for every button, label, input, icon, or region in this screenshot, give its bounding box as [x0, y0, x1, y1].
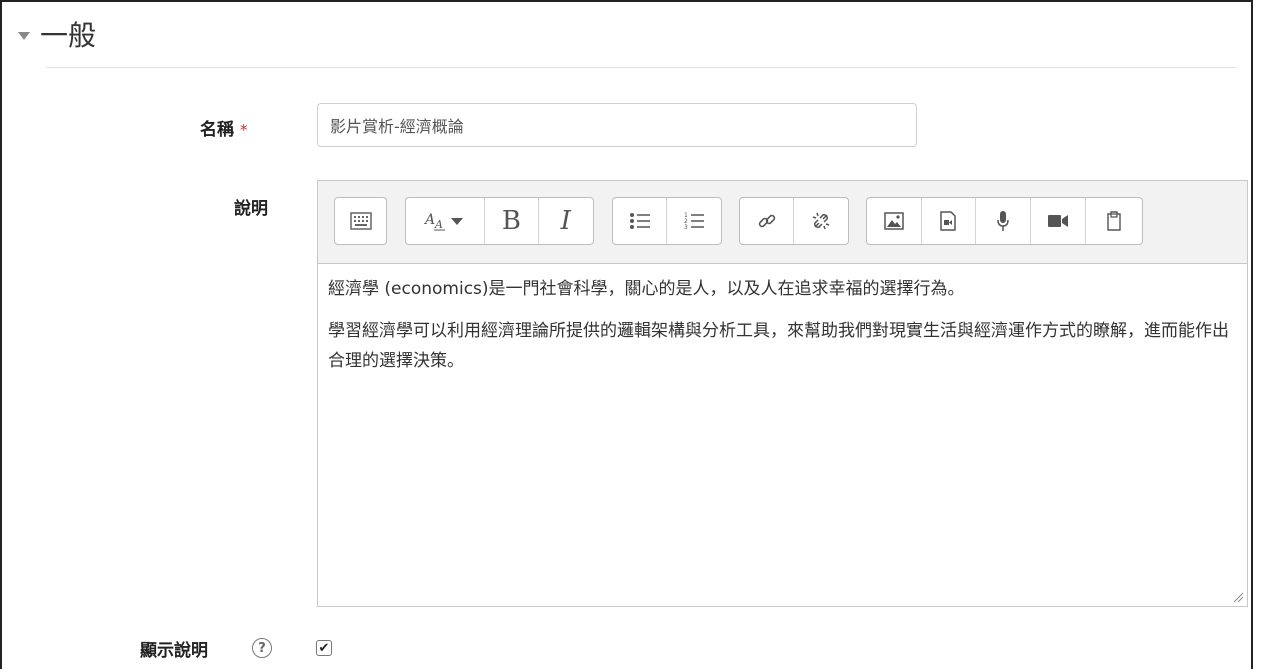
- ordered-list-button[interactable]: 123: [667, 198, 721, 244]
- svg-text:3: 3: [684, 224, 688, 231]
- microphone-button[interactable]: [976, 198, 1031, 244]
- video-button[interactable]: [1031, 198, 1087, 244]
- svg-text:A: A: [434, 218, 443, 231]
- description-paragraph-1: 經濟學 (economics)是一門社會科學，關心的是人，以及人在追求幸福的選擇…: [328, 279, 965, 299]
- editor-toolbar: A A B I 1 2 3: [318, 181, 1247, 264]
- toolbar-toggle-button[interactable]: [335, 198, 386, 244]
- help-icon[interactable]: ?: [252, 638, 272, 658]
- resize-handle-icon[interactable]: [1232, 591, 1244, 603]
- video-icon: [1048, 215, 1069, 227]
- name-input[interactable]: 影片賞析-經濟概論: [317, 103, 917, 147]
- name-label: 名稱: [200, 120, 234, 140]
- checkmark-icon: ✔: [318, 640, 330, 656]
- toolbar-group-toggle: [334, 197, 387, 245]
- form-frame: 一般 名稱 * 影片賞析-經濟概論 說明 A A B I 1 2 3 經濟學 (…: [0, 0, 1253, 669]
- svg-text:A: A: [423, 212, 435, 228]
- show-description-checkbox[interactable]: ✔: [316, 640, 332, 656]
- toolbar-group-text: A A B I: [405, 197, 594, 245]
- show-description-label: 顯示說明: [140, 641, 208, 661]
- unlink-icon: [812, 212, 830, 230]
- unlink-button[interactable]: [794, 198, 848, 244]
- required-icon: *: [240, 121, 248, 139]
- media-icon: [940, 211, 957, 231]
- name-label-row: 名稱 *: [200, 115, 248, 140]
- unordered-list-icon: [629, 213, 650, 229]
- link-button[interactable]: [740, 198, 795, 244]
- section-header[interactable]: 一般: [18, 22, 96, 50]
- unordered-list-button[interactable]: [613, 198, 668, 244]
- ordered-list-icon: 123: [684, 212, 704, 231]
- description-label: 說明: [234, 199, 268, 219]
- section-title: 一般: [40, 19, 97, 52]
- bold-icon: B: [501, 206, 521, 236]
- editor-content[interactable]: 經濟學 (economics)是一門社會科學，關心的是人，以及人在追求幸福的選擇…: [318, 264, 1247, 376]
- font-style-button[interactable]: A A: [406, 198, 486, 244]
- collapse-caret-icon[interactable]: [18, 32, 30, 40]
- manage-files-button[interactable]: [1086, 198, 1142, 244]
- bold-button[interactable]: B: [485, 198, 539, 244]
- name-input-value: 影片賞析-經濟概論: [330, 117, 464, 136]
- toolbar-toggle-icon: [349, 212, 372, 230]
- toolbar-group-links: [739, 197, 849, 245]
- toolbar-group-lists: 123: [612, 197, 722, 245]
- description-editor[interactable]: A A B I 1 2 3 經濟學 (economics)是一門社會科學，關心的…: [317, 180, 1248, 607]
- image-button[interactable]: [867, 198, 922, 244]
- font-style-icon: A A: [423, 212, 464, 231]
- toolbar-group-media: [866, 197, 1143, 245]
- image-icon: [884, 212, 904, 230]
- italic-button[interactable]: I: [539, 198, 593, 244]
- italic-icon: I: [560, 206, 571, 236]
- section-divider: [46, 67, 1237, 68]
- description-paragraph-2: 學習經濟學可以利用經濟理論所提供的邏輯架構與分析工具，來幫助我們對現實生活與經濟…: [328, 321, 1229, 371]
- link-icon: [758, 214, 775, 228]
- media-button[interactable]: [922, 198, 977, 244]
- manage-files-icon: [1107, 211, 1121, 231]
- microphone-icon: [997, 211, 1009, 231]
